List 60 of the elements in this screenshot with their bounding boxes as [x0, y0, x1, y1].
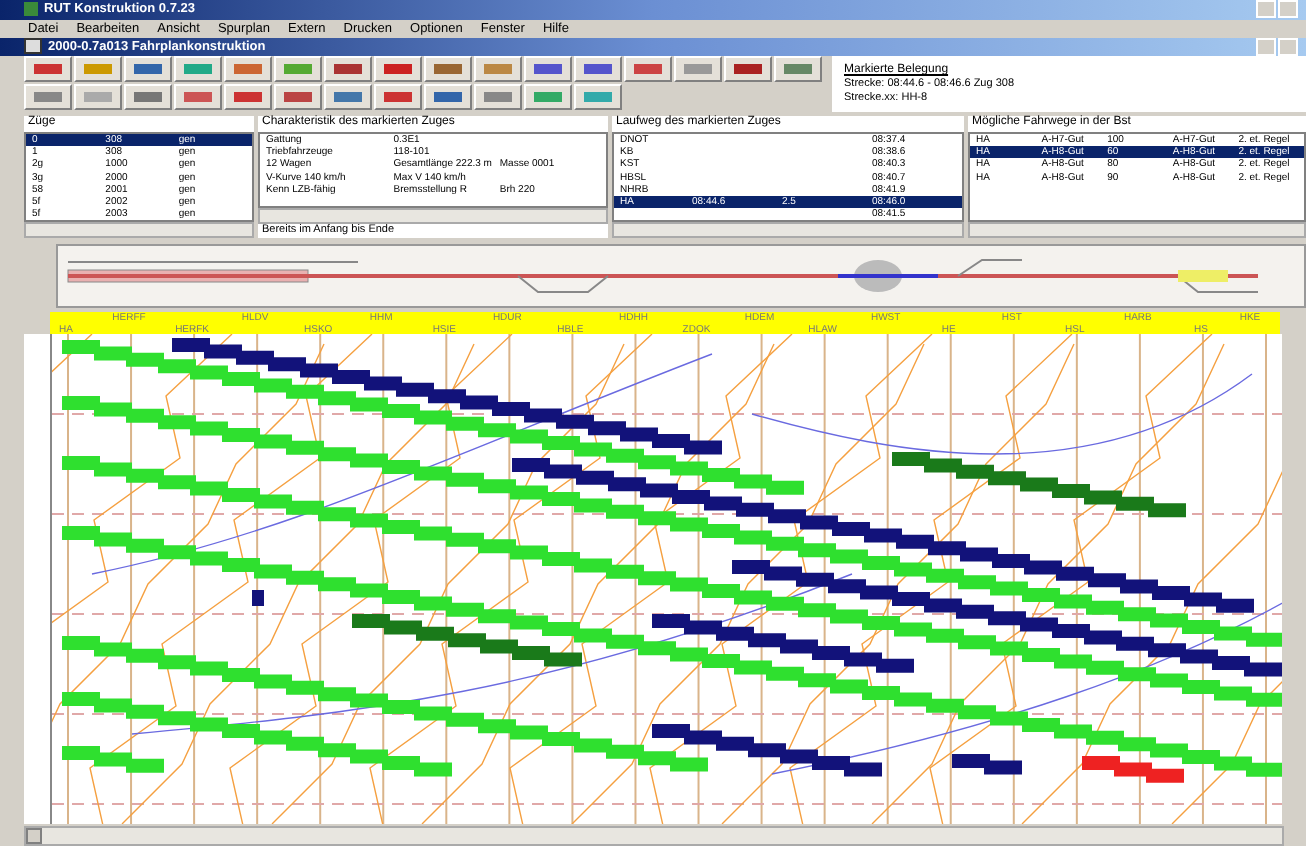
selected-occupation-band[interactable] [1082, 756, 1184, 783]
toolbar-button[interactable] [424, 83, 472, 110]
toolbar-button[interactable] [24, 55, 72, 82]
train-occupation-band[interactable] [62, 526, 1282, 777]
train-occupation-band[interactable] [62, 396, 1282, 647]
horizontal-scrollbar[interactable] [24, 826, 1284, 846]
document-icon [24, 38, 42, 55]
tool-icon [234, 91, 262, 102]
tool-icon [334, 91, 362, 102]
tool-icon [384, 63, 412, 74]
tool-icon [684, 63, 712, 74]
tool-icon [134, 91, 162, 102]
tool-icon [784, 63, 812, 74]
train-occupation-band[interactable] [652, 724, 882, 777]
horizontal-scrollbar[interactable] [24, 222, 254, 239]
toolbar-button[interactable] [574, 55, 622, 82]
tool-icon [434, 91, 462, 102]
train-marker [252, 590, 264, 606]
tool-icon [34, 91, 62, 102]
horizontal-scrollbar[interactable] [968, 222, 1306, 239]
toolbar-button[interactable] [324, 55, 372, 82]
tool-icon [484, 91, 512, 102]
toolbar-button[interactable] [124, 55, 172, 82]
tool-icon [84, 63, 112, 74]
train-occupation-band[interactable] [172, 338, 722, 455]
toolbar-button[interactable] [724, 55, 772, 82]
tool-icon [134, 63, 162, 74]
toolbar-button[interactable] [274, 55, 322, 82]
tool-icon [84, 91, 112, 102]
tool-icon [284, 63, 312, 74]
tool-icon [584, 63, 612, 74]
toolbar-button[interactable] [374, 55, 422, 82]
train-occupation-band[interactable] [732, 560, 1282, 677]
toolbar-button[interactable] [174, 55, 222, 82]
horizontal-scrollbar[interactable] [612, 222, 964, 239]
train-occupation-band[interactable] [512, 458, 1254, 613]
tool-icon [34, 63, 62, 74]
tool-icon [584, 91, 612, 102]
tool-icon [484, 63, 512, 74]
tool-icon [184, 63, 212, 74]
tool-icon [534, 91, 562, 102]
tool-icon [384, 91, 412, 102]
train-occupation-band[interactable] [62, 340, 804, 495]
horizontal-scrollbar[interactable] [258, 208, 608, 225]
scroll-left-icon[interactable] [26, 828, 42, 844]
toolbar-button[interactable] [74, 55, 122, 82]
tool-icon [234, 63, 262, 74]
tool-icon [184, 91, 212, 102]
tool-icon [534, 63, 562, 74]
train-occupation-band[interactable] [62, 456, 1282, 707]
app-icon [24, 2, 38, 17]
tool-icon [434, 63, 462, 74]
train-occupation-band[interactable] [952, 754, 1022, 775]
toolbar-button[interactable] [524, 55, 572, 82]
tool-icon [634, 63, 662, 74]
tool-icon [284, 91, 312, 102]
train-occupation-band[interactable] [652, 614, 914, 673]
toolbar-button[interactable] [224, 55, 272, 82]
tool-icon [734, 63, 762, 74]
tool-icon [334, 63, 362, 74]
